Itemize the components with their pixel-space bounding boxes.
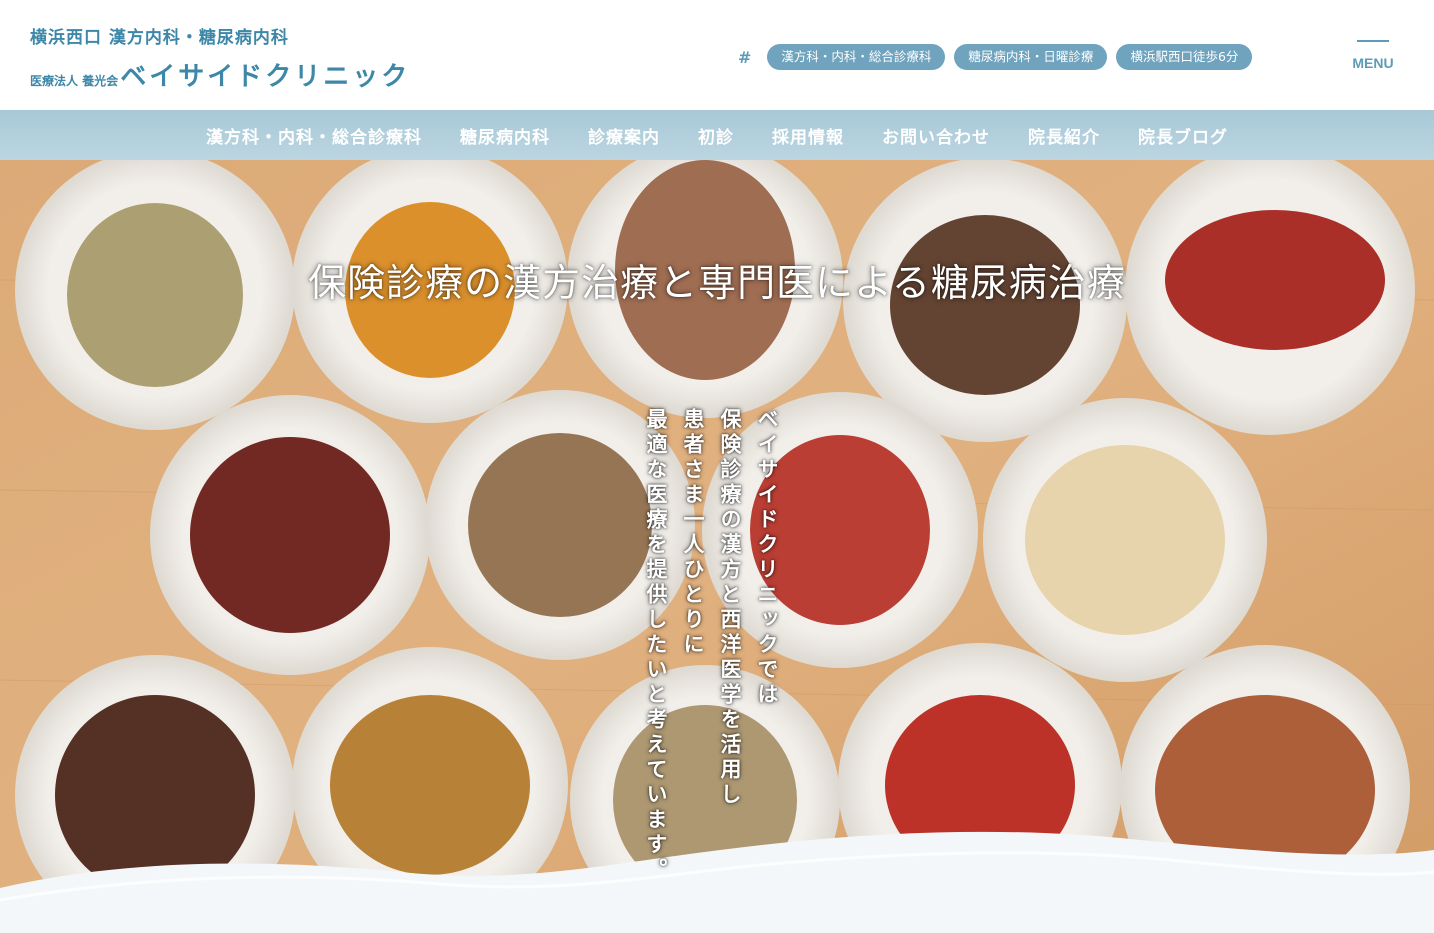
tag-access[interactable]: 横浜駅西口徒歩6分 [1116,44,1253,70]
nav-blog[interactable]: 院長ブログ [1138,123,1228,148]
tag-kampo[interactable]: 漢方科・内科・総合診療科 [767,44,946,70]
hero-line-2: 保険診療の漢方と西洋医学を活用し [718,408,742,808]
nav-kampo[interactable]: 漢方科・内科・総合診療科 [206,123,422,148]
nav-contact[interactable]: お問い合わせ [882,123,990,148]
hero-section: 保険診療の漢方治療と専門医による糖尿病治療 ベイサイドクリニックでは 保険診療の… [0,160,1434,933]
clinic-name: ベイサイドクリニック [120,62,411,92]
nav-recruit[interactable]: 採用情報 [772,123,844,148]
global-nav: 漢方科・内科・総合診療科 糖尿病内科 診療案内 初診 採用情報 お問い合わせ 院… [0,110,1434,160]
brand-row: 医療法人 養光会 ベイサイドクリニック [30,56,410,93]
menu-button[interactable]: MENU [1348,40,1398,71]
nav-guide[interactable]: 診療案内 [588,123,660,148]
nav-diabetes[interactable]: 糖尿病内科 [460,123,550,148]
site-logo[interactable]: 横浜西口 漢方内科・糖尿病内科 医療法人 養光会 ベイサイドクリニック [30,26,410,93]
hero-line-1: ベイサイドクリニックでは [755,408,779,708]
brand-corporation: 医療法人 養光会 [30,74,119,88]
site-header: 横浜西口 漢方内科・糖尿病内科 医療法人 養光会 ベイサイドクリニック # 漢方… [0,0,1434,110]
brand-subtitle: 横浜西口 漢方内科・糖尿病内科 [30,28,289,48]
hash-icon: # [738,47,752,67]
tag-diabetes[interactable]: 糖尿病内科・日曜診療 [954,44,1108,70]
header-tags: # 漢方科・内科・総合診療科 糖尿病内科・日曜診療 横浜駅西口徒歩6分 [738,44,1261,70]
nav-first-visit[interactable]: 初診 [698,123,734,148]
hamburger-icon [1357,40,1389,42]
menu-label: MENU [1352,55,1394,71]
hero-line-4: 最適な医療を提供したいと考えています。 [644,408,668,883]
hero-title: 保険診療の漢方治療と専門医による糖尿病治療 [308,261,1126,305]
nav-director[interactable]: 院長紹介 [1028,123,1100,148]
hero-line-3: 患者さま一人ひとりに [681,408,705,658]
